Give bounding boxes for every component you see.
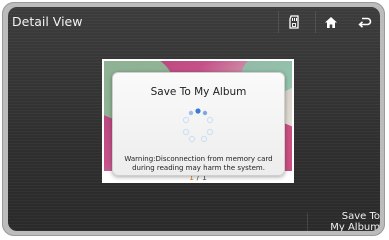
warning-line: Warning:Disconnection from memory card bbox=[124, 155, 273, 163]
back-button[interactable] bbox=[350, 11, 380, 33]
save-button-label: My Album bbox=[330, 222, 380, 231]
back-arrow-icon bbox=[358, 17, 372, 28]
warning-message: Warning:Disconnection from memory card d… bbox=[113, 155, 284, 173]
save-to-my-album-button[interactable]: Save To My Album bbox=[312, 211, 380, 231]
dialog-title: Save To My Album bbox=[150, 86, 247, 98]
home-icon bbox=[325, 16, 337, 28]
save-button-label: Save To bbox=[341, 211, 380, 222]
sd-card-icon bbox=[289, 15, 299, 29]
loading-spinner-icon bbox=[182, 108, 214, 143]
warning-line: during reading may harm the system. bbox=[132, 164, 265, 172]
page-title: Detail View bbox=[12, 14, 83, 29]
save-progress-dialog: Save To My Album Warning:Disconnection f… bbox=[112, 72, 285, 176]
memory-card-button[interactable] bbox=[278, 11, 309, 33]
screen: Detail View 1 / 1 Save To My Album Warni… bbox=[8, 7, 380, 231]
home-button[interactable] bbox=[315, 11, 346, 33]
footer-divider bbox=[307, 213, 308, 231]
device-frame: Detail View 1 / 1 Save To My Album Warni… bbox=[2, 2, 385, 236]
